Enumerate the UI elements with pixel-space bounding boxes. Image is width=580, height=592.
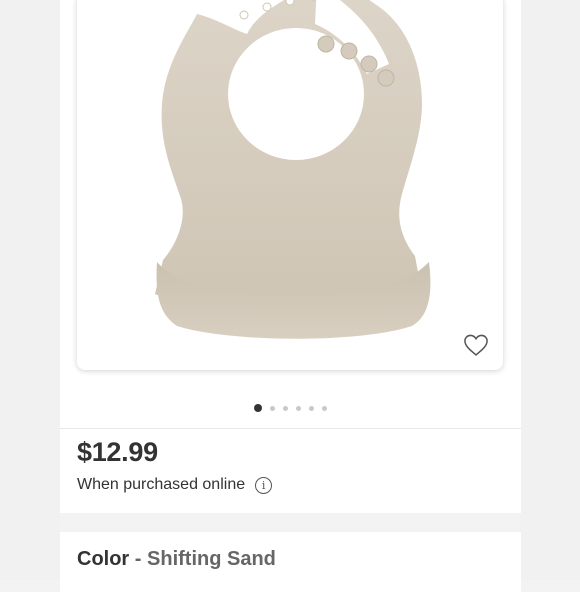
snap-button <box>317 35 335 53</box>
snap-hole <box>262 2 272 12</box>
color-label: Color <box>77 548 130 570</box>
purchase-note-row: When purchased online i <box>77 476 273 494</box>
carousel-dot[interactable] <box>295 405 301 411</box>
carousel-indicator <box>0 402 580 414</box>
snap-hole <box>285 0 295 6</box>
info-icon[interactable]: i <box>255 476 273 494</box>
product-image-card[interactable] <box>77 0 503 370</box>
carousel-dot[interactable] <box>282 405 288 411</box>
heart-outline-icon <box>464 334 488 356</box>
product-image <box>155 0 431 339</box>
purchase-note: When purchased online <box>77 476 246 493</box>
divider <box>60 428 521 429</box>
carousel-dot-active[interactable] <box>253 404 262 412</box>
snap-button <box>340 42 358 60</box>
carousel-dot[interactable] <box>308 405 314 411</box>
carousel-dot[interactable] <box>269 405 275 411</box>
info-icon-glyph: i <box>261 478 266 492</box>
favorite-button[interactable] <box>462 331 490 359</box>
left-gutter <box>0 0 60 580</box>
color-value: Shifting Sand <box>147 548 276 570</box>
carousel-dot[interactable] <box>321 405 327 411</box>
snap-button <box>377 69 395 87</box>
product-price: $12.99 <box>77 437 158 467</box>
color-separator: - <box>134 548 142 570</box>
color-selection[interactable]: Color - Shifting Sand <box>77 548 276 571</box>
snap-button <box>360 55 378 73</box>
right-gutter <box>520 0 580 580</box>
snap-hole <box>239 10 249 20</box>
